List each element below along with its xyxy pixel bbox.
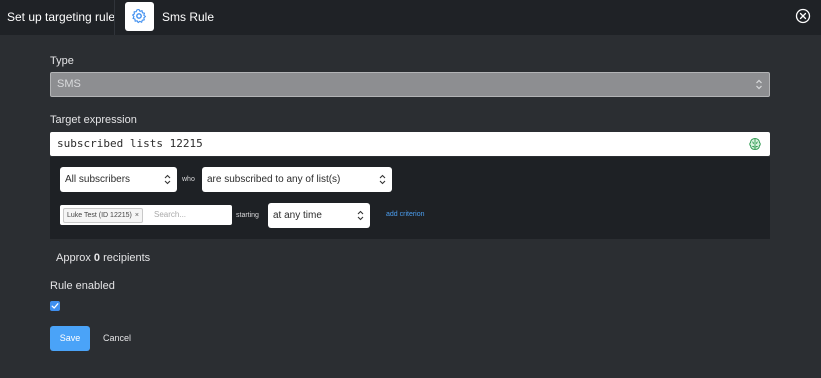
header-divider xyxy=(114,0,115,35)
list-tag-label: Luke Test (ID 12215) xyxy=(67,212,132,219)
checkmark-icon xyxy=(51,303,59,309)
list-tag: Luke Test (ID 12215) × xyxy=(63,208,143,223)
who-label: who xyxy=(182,176,195,183)
select-caret-icon xyxy=(756,79,762,90)
type-select[interactable]: SMS xyxy=(50,72,770,97)
rule-name: Sms Rule xyxy=(162,10,215,24)
select-caret-icon xyxy=(379,174,386,185)
subscribers-select[interactable]: All subscribers xyxy=(60,167,177,192)
rule-enabled-checkbox[interactable] xyxy=(50,301,60,311)
condition-select[interactable]: are subscribed to any of list(s) xyxy=(202,167,392,192)
dialog-title: Set up targeting rule xyxy=(7,10,116,24)
condition-select-value: are subscribed to any of list(s) xyxy=(207,174,341,185)
time-select[interactable]: at any time xyxy=(268,203,370,228)
list-search-placeholder[interactable]: Search... xyxy=(154,208,186,221)
select-caret-icon xyxy=(164,174,171,185)
add-criterion-link[interactable]: add criterion xyxy=(386,211,425,218)
close-circle-icon[interactable] xyxy=(795,8,811,24)
tag-remove-icon[interactable]: × xyxy=(135,212,139,219)
save-button[interactable]: Save xyxy=(50,326,90,351)
approx-count: 0 xyxy=(93,252,101,264)
type-label: Type xyxy=(50,55,74,67)
brain-icon[interactable] xyxy=(748,137,762,151)
time-select-value: at any time xyxy=(273,210,322,221)
gear-icon xyxy=(132,8,147,24)
target-expression-input[interactable]: subscribed lists 12215 xyxy=(50,132,770,156)
approx-recipients: Approx 0 recipients xyxy=(56,252,150,264)
target-expression-label: Target expression xyxy=(50,114,137,126)
subscribers-select-value: All subscribers xyxy=(65,174,131,185)
dialog-header: Set up targeting rule Sms Rule xyxy=(0,0,821,35)
approx-suffix: recipients xyxy=(103,252,151,264)
targeting-rule-dialog: Set up targeting rule Sms Rule Type SMS … xyxy=(0,0,821,378)
select-caret-icon xyxy=(357,210,364,221)
starting-label: starting xyxy=(236,212,259,219)
approx-prefix: Approx xyxy=(56,252,91,264)
list-tag-input[interactable]: Luke Test (ID 12215) × Search... xyxy=(60,205,232,225)
rule-type-icon-box xyxy=(125,2,154,31)
rule-enabled-label: Rule enabled xyxy=(50,280,115,292)
type-select-value: SMS xyxy=(57,78,81,90)
cancel-button[interactable]: Cancel xyxy=(103,333,131,343)
